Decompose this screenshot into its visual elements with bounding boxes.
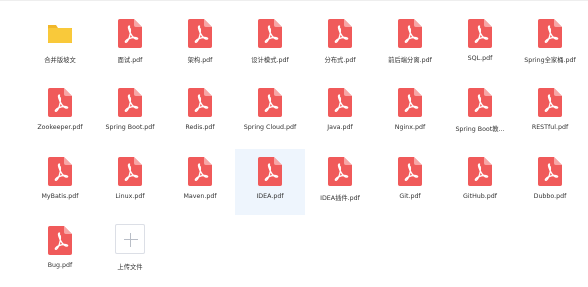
file-name: SQL.pdf: [467, 55, 493, 62]
pdf-file-icon: [117, 156, 143, 186]
pdf-file-icon: [257, 156, 283, 186]
pdf-file-item[interactable]: Git.pdf: [375, 149, 445, 215]
pdf-file-icon: [47, 156, 73, 186]
file-name: IDEA.pdf: [256, 193, 284, 200]
pdf-file-item[interactable]: 架构.pdf: [165, 11, 235, 77]
pdf-file-icon: [187, 87, 213, 117]
file-name: Spring Cloud.pdf: [243, 124, 297, 131]
pdf-file-icon: [257, 18, 283, 48]
pdf-file-icon: [467, 156, 493, 186]
file-name: MyBatis.pdf: [41, 193, 79, 200]
pdf-file-icon: [117, 18, 143, 48]
pdf-file-item[interactable]: Maven.pdf: [165, 149, 235, 215]
file-row: Zookeeper.pdf Spring Boot.pdf Redis.pdf …: [25, 80, 588, 149]
pdf-file-icon: [327, 87, 353, 117]
pdf-file-icon: [397, 18, 423, 48]
folder-item[interactable]: 合并版坡文: [25, 11, 95, 77]
pdf-file-item[interactable]: Spring Cloud.pdf: [235, 80, 305, 146]
pdf-file-item[interactable]: SQL.pdf: [445, 11, 515, 77]
file-name: Bug.pdf: [47, 262, 73, 269]
file-name: Linux.pdf: [115, 193, 145, 200]
pdf-file-icon: [397, 156, 423, 186]
pdf-file-icon: [537, 87, 563, 117]
pdf-file-item[interactable]: MyBatis.pdf: [25, 149, 95, 215]
file-name: 设计模式.pdf: [251, 57, 289, 64]
file-name: Maven.pdf: [183, 193, 217, 200]
pdf-file-icon: [467, 87, 493, 117]
file-name: 架构.pdf: [187, 57, 213, 64]
pdf-file-icon: [187, 18, 213, 48]
pdf-file-item[interactable]: Zookeeper.pdf: [25, 80, 95, 146]
file-name: RESTful.pdf: [531, 124, 569, 131]
pdf-file-item[interactable]: Linux.pdf: [95, 149, 165, 215]
pdf-file-item[interactable]: GitHub.pdf: [445, 149, 515, 215]
file-name: Dubbo.pdf: [533, 193, 567, 200]
file-name: 合并版坡文: [44, 57, 76, 64]
pdf-file-icon: [47, 225, 73, 255]
folder-icon: [47, 18, 73, 48]
file-row: Bug.pdf 上传文件: [25, 218, 588, 287]
pdf-file-item[interactable]: IDEA插件.pdf: [305, 149, 375, 215]
pdf-file-item[interactable]: Spring Boot教...: [445, 80, 515, 146]
file-name: 前后端分离.pdf: [388, 57, 432, 64]
pdf-file-icon: [117, 87, 143, 117]
file-name: IDEA插件.pdf: [320, 195, 360, 202]
pdf-file-item[interactable]: Spring全家桶.pdf: [515, 11, 585, 77]
file-name: GitHub.pdf: [462, 193, 498, 200]
pdf-file-item[interactable]: 分布式.pdf: [305, 11, 375, 77]
pdf-file-icon: [397, 87, 423, 117]
file-name: Spring Boot.pdf: [105, 124, 155, 131]
file-name: Zookeeper.pdf: [37, 124, 83, 131]
pdf-file-icon: [47, 87, 73, 117]
pdf-file-item[interactable]: Nginx.pdf: [375, 80, 445, 146]
pdf-file-icon: [327, 156, 353, 186]
file-name: 分布式.pdf: [324, 57, 356, 64]
file-name: Nginx.pdf: [394, 124, 426, 131]
pdf-file-item[interactable]: 面试.pdf: [95, 11, 165, 77]
pdf-file-item[interactable]: RESTful.pdf: [515, 80, 585, 146]
pdf-file-item[interactable]: Java.pdf: [305, 80, 375, 146]
pdf-file-item[interactable]: Bug.pdf: [25, 218, 95, 284]
plus-icon: [115, 224, 145, 254]
pdf-file-item[interactable]: 设计模式.pdf: [235, 11, 305, 77]
pdf-file-icon: [187, 156, 213, 186]
pdf-file-icon: [537, 18, 563, 48]
pdf-file-item[interactable]: Dubbo.pdf: [515, 149, 585, 215]
file-name: Git.pdf: [399, 193, 421, 200]
pdf-file-icon: [467, 18, 493, 48]
file-name: Redis.pdf: [185, 124, 215, 131]
pdf-file-icon: [257, 87, 283, 117]
pdf-file-icon: [537, 156, 563, 186]
file-name: Spring全家桶.pdf: [524, 57, 576, 64]
file-row: MyBatis.pdf Linux.pdf Maven.pdf IDEA.pdf…: [25, 149, 588, 218]
file-name: 面试.pdf: [117, 57, 143, 64]
file-row: 合并版坡文 面试.pdf 架构.pdf 设计模式.pdf 分布式.pdf 前后端…: [25, 11, 588, 80]
pdf-file-item[interactable]: Redis.pdf: [165, 80, 235, 146]
file-name: Spring Boot教...: [455, 126, 505, 133]
pdf-file-item-selected[interactable]: IDEA.pdf: [235, 149, 305, 215]
file-grid: 合并版坡文 面试.pdf 架构.pdf 设计模式.pdf 分布式.pdf 前后端…: [25, 11, 588, 287]
upload-file-button[interactable]: 上传文件: [95, 218, 165, 284]
pdf-file-item[interactable]: Spring Boot.pdf: [95, 80, 165, 146]
top-divider: [0, 0, 588, 4]
upload-label: 上传文件: [117, 264, 143, 271]
pdf-file-item[interactable]: 前后端分离.pdf: [375, 11, 445, 77]
file-name: Java.pdf: [327, 124, 353, 131]
pdf-file-icon: [327, 18, 353, 48]
